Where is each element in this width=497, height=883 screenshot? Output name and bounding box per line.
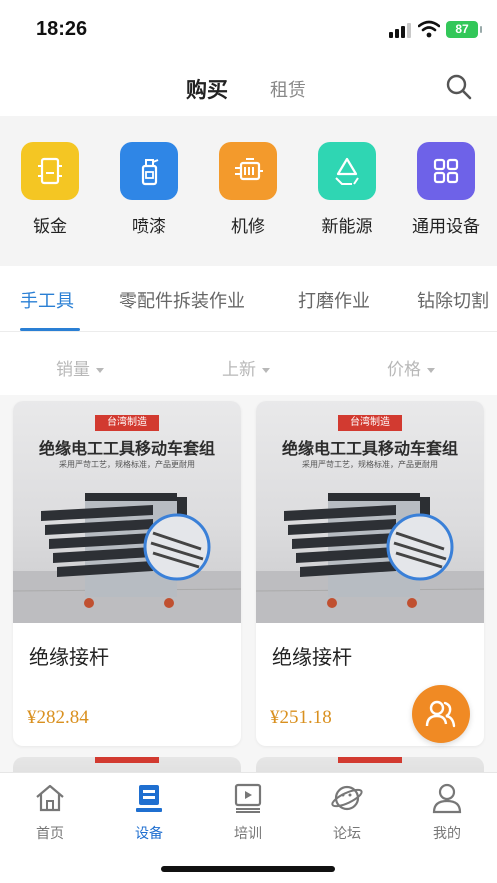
category-label: 喷漆 bbox=[132, 217, 166, 237]
product-image: 台湾制造 绝缘电工工具移动车套组 采用严苛工艺，规格标准，产品更耐用 bbox=[13, 401, 241, 623]
sheet-metal-icon bbox=[21, 142, 79, 200]
status-time: 18:26 bbox=[36, 18, 88, 40]
sort-by-sales[interactable]: 销量 bbox=[56, 355, 104, 380]
forum-planet-icon bbox=[331, 785, 363, 811]
equipment-icon bbox=[136, 785, 162, 812]
nav-label: 论坛 bbox=[333, 826, 361, 842]
tool-cart-illustration bbox=[256, 493, 484, 623]
origin-badge: 台湾制造 bbox=[338, 415, 402, 431]
product-name: 绝缘接杆 bbox=[272, 645, 352, 669]
origin-badge: 台湾制造 bbox=[95, 415, 159, 431]
nav-training[interactable]: 培训 bbox=[213, 781, 283, 843]
subcategory-tabs: 手工具 零配件拆装作业 打磨作业 钻除切割 bbox=[0, 266, 497, 332]
sort-label: 价格 bbox=[387, 360, 421, 380]
sort-label: 销量 bbox=[56, 360, 90, 380]
image-title: 绝缘电工工具移动车套组 bbox=[38, 439, 215, 458]
nav-label: 首页 bbox=[36, 826, 64, 842]
profile-icon bbox=[432, 783, 462, 814]
image-subtitle: 采用严苛工艺，规格标准，产品更耐用 bbox=[59, 460, 195, 469]
subtab-parts-disassembly[interactable]: 零配件拆装作业 bbox=[119, 287, 245, 313]
home-icon bbox=[36, 784, 64, 812]
spray-paint-icon bbox=[120, 142, 178, 200]
category-label: 通用设备 bbox=[412, 217, 480, 237]
caret-down-icon bbox=[262, 367, 270, 373]
nav-label: 我的 bbox=[433, 826, 461, 842]
caret-down-icon bbox=[427, 367, 435, 373]
category-spray-paint[interactable]: 喷漆 bbox=[104, 142, 194, 237]
origin-badge-peek bbox=[338, 757, 402, 763]
customer-service-button[interactable] bbox=[412, 685, 470, 743]
training-video-icon bbox=[234, 783, 262, 813]
cellular-signal-icon bbox=[389, 22, 411, 38]
category-repair[interactable]: 机修 bbox=[203, 142, 293, 237]
product-price: ¥251.18 bbox=[270, 707, 332, 728]
tab-rent[interactable]: 租赁 bbox=[270, 76, 306, 102]
nav-home[interactable]: 首页 bbox=[15, 781, 85, 843]
image-subtitle: 采用严苛工艺，规格标准，产品更耐用 bbox=[302, 460, 438, 469]
status-bar: 18:26 87 bbox=[0, 0, 497, 58]
subtab-hand-tools[interactable]: 手工具 bbox=[20, 287, 74, 313]
grid-icon bbox=[417, 142, 475, 200]
battery-indicator: 87 bbox=[446, 21, 482, 38]
search-icon[interactable] bbox=[444, 72, 474, 102]
subtab-drilling-cutting[interactable]: 钻除切割 bbox=[417, 287, 489, 313]
category-sheet-metal[interactable]: 钣金 bbox=[5, 142, 95, 237]
home-indicator[interactable] bbox=[161, 866, 335, 872]
tool-cart-illustration bbox=[13, 493, 241, 623]
category-label: 新能源 bbox=[321, 217, 373, 237]
sort-by-price[interactable]: 价格 bbox=[387, 355, 435, 380]
product-name: 绝缘接杆 bbox=[29, 645, 109, 669]
wifi-icon bbox=[417, 20, 441, 38]
nav-label: 培训 bbox=[234, 826, 262, 842]
category-general-equipment[interactable]: 通用设备 bbox=[401, 142, 491, 237]
engine-icon bbox=[219, 142, 277, 200]
caret-down-icon bbox=[96, 367, 104, 373]
recycle-icon bbox=[318, 142, 376, 200]
customer-service-icon bbox=[425, 700, 456, 728]
product-image: 台湾制造 绝缘电工工具移动车套组 采用严苛工艺，规格标准，产品更耐用 bbox=[256, 401, 484, 623]
nav-profile[interactable]: 我的 bbox=[412, 781, 482, 843]
category-grid: 钣金 喷漆 机修 新能源 通用设备 bbox=[0, 116, 497, 266]
category-label: 钣金 bbox=[33, 217, 67, 237]
active-tab-indicator bbox=[20, 328, 80, 331]
image-title: 绝缘电工工具移动车套组 bbox=[281, 439, 458, 458]
sort-by-new[interactable]: 上新 bbox=[222, 355, 270, 380]
tab-buy[interactable]: 购买 bbox=[186, 74, 228, 104]
category-label: 机修 bbox=[231, 217, 265, 237]
subtab-grinding[interactable]: 打磨作业 bbox=[298, 287, 370, 313]
sort-label: 上新 bbox=[222, 360, 256, 380]
top-header: 购买 租赁 bbox=[0, 58, 497, 116]
sort-bar: 销量 上新 价格 bbox=[0, 333, 497, 395]
product-price: ¥282.84 bbox=[27, 707, 89, 728]
nav-equipment[interactable]: 设备 bbox=[114, 781, 184, 843]
category-new-energy[interactable]: 新能源 bbox=[302, 142, 392, 237]
origin-badge-peek bbox=[95, 757, 159, 763]
nav-label: 设备 bbox=[135, 826, 163, 842]
product-card[interactable]: 台湾制造 绝缘电工工具移动车套组 采用严苛工艺，规格标准，产品更耐用 绝缘接杆 … bbox=[13, 401, 241, 746]
nav-forum[interactable]: 论坛 bbox=[312, 781, 382, 843]
